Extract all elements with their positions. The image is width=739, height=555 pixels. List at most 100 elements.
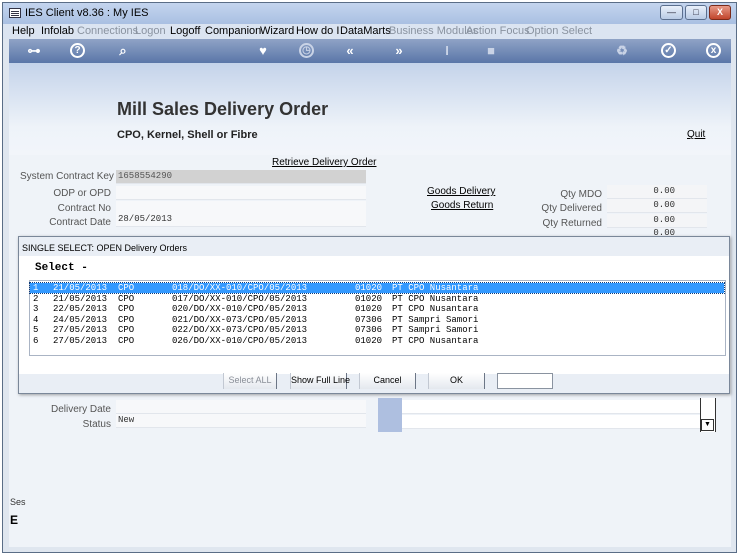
recycle-icon[interactable]: ♻ [614,43,630,59]
right-field-bottom[interactable] [402,415,700,429]
retrieve-delivery-order-link[interactable]: Retrieve Delivery Order [272,157,376,168]
list-item[interactable]: 6 27/05/2013 CPO 026/DO/XX-010/CPO/05/2013 0… [30,336,724,346]
quit-link[interactable]: Quit [687,129,705,140]
toolbar: ⊶ ? ⌕ ♥ ◷ « » I ■ ♻ ✓ x [9,39,731,63]
menu-infolab[interactable]: Infolab [41,25,74,37]
title-bar: IES Client v8.36 : My IES [3,3,736,24]
system-contract-key-field: 1658554290 [116,170,366,184]
ok-button[interactable]: OK [428,373,485,389]
minimize-button[interactable]: — [660,5,683,20]
list-item[interactable]: 2 21/05/2013 CPO 017/DO/XX-010/CPO/05/2013 0… [30,294,724,304]
row-type: CPO [118,283,135,293]
row-type: CPO [118,293,135,304]
menu-help[interactable]: Help [12,25,35,37]
select-label: Select - [35,262,88,274]
side-text: Ses [10,497,26,507]
list-item[interactable]: 4 24/05/2013 CPO 021/DO/XX-073/CPO/05/2013 0… [30,315,724,325]
menu-logoff[interactable]: Logoff [170,25,200,37]
page-title: Mill Sales Delivery Order [117,99,329,119]
row-date: 27/05/2013 [53,325,108,336]
menu-datamarts[interactable]: DataMarts [340,25,391,37]
side-panel-block [378,398,402,432]
odp-field[interactable] [116,186,366,200]
row-number: 3 [33,304,39,315]
row-company: PT CPO Nusantara [392,283,479,293]
right-field-top[interactable] [402,400,700,414]
help-icon[interactable]: ? [70,43,85,58]
maximize-button[interactable]: □ [685,5,707,20]
list-item[interactable]: 1 21/05/2013 CPO 018/DO/XX-010/CPO/05/2013 0… [29,282,725,294]
row-company: PT Sampri Samori [392,325,479,336]
select-all-button[interactable]: Select ALL [223,373,277,389]
row-date: 21/05/2013 [53,283,108,293]
row-reference: 017/DO/XX-010/CPO/05/2013 [172,293,308,304]
row-reference: 021/DO/XX-073/CPO/05/2013 [172,314,308,325]
dialog-input-box[interactable] [497,373,553,389]
contract-no-label: Contract No [57,203,111,214]
row-type: CPO [118,314,135,325]
status-field: New [116,414,366,428]
ok-icon[interactable]: ✓ [661,43,676,58]
row-date: 27/05/2013 [53,336,108,346]
system-contract-key-label: System Contract Key [20,171,114,182]
row-company: PT Sampri Samori [392,314,479,325]
delivery-date-label: Delivery Date [50,404,111,415]
contract-date-field[interactable]: 28/05/2013 [116,213,366,227]
row-reference: 026/DO/XX-010/CPO/05/2013 [172,336,308,346]
menu-wizard[interactable]: Wizard [260,25,294,37]
forward-icon[interactable]: » [391,43,407,59]
menu-bar: Help Infolab Connections Logon Logoff Co… [3,24,736,39]
window-title: IES Client v8.36 : My IES [25,7,149,19]
text-cursor-icon[interactable]: I [439,43,455,59]
menu-connections[interactable]: Connections [77,25,138,37]
menu-how-do-i[interactable]: How do I [296,25,339,37]
page-subtitle: CPO, Kernel, Shell or Fibre [117,129,258,141]
goods-delivery-link[interactable]: Goods Delivery [427,186,495,197]
menu-logon[interactable]: Logon [135,25,166,37]
side-icon[interactable]: E [10,513,18,527]
row-reference: 018/DO/XX-010/CPO/05/2013 [172,283,308,293]
toolbar-close-icon[interactable]: x [706,43,721,58]
row-code: 01020 [355,283,383,293]
row-code: 01020 [355,336,383,346]
stop-icon[interactable]: ■ [483,43,499,59]
list-item[interactable]: 3 22/05/2013 CPO 020/DO/XX-010/CPO/05/2013 0… [30,304,724,314]
row-code: 01020 [355,304,383,315]
menu-companion[interactable]: Companion [205,25,261,37]
cancel-button[interactable]: Cancel [359,373,416,389]
favorite-icon[interactable]: ♥ [255,43,271,59]
menu-business-modules[interactable]: Business Modules [389,25,478,37]
back-icon[interactable]: « [342,43,358,59]
row-reference: 022/DO/XX-073/CPO/05/2013 [172,325,308,336]
close-window-button[interactable]: X [709,5,731,20]
qty-delivered-value: 0.00 [653,200,675,210]
odp-label: ODP or OPD [53,188,111,199]
qty-delivered-label: Qty Delivered [541,203,602,214]
row-number: 1 [33,283,39,293]
row-number: 6 [33,336,39,346]
row-date: 21/05/2013 [53,293,108,304]
row-date: 22/05/2013 [53,304,108,315]
row-number: 4 [33,314,39,325]
dropdown-arrow-icon[interactable]: ▼ [701,419,714,431]
delivery-date-field[interactable] [116,400,366,414]
search-icon[interactable]: ⌕ [115,43,131,59]
dialog-title: SINGLE SELECT: OPEN Delivery Orders [22,243,188,253]
key-icon[interactable]: ⊶ [23,43,45,59]
menu-option-select[interactable]: Option Select [526,25,592,37]
row-type: CPO [118,304,135,315]
row-type: CPO [118,325,135,336]
goods-return-link[interactable]: Goods Return [431,200,493,211]
show-full-line-button[interactable]: Show Full Line [290,373,350,389]
qty-mdo-value: 0.00 [653,186,675,196]
row-number: 2 [33,293,39,304]
row-type: CPO [118,336,135,346]
menu-action-focus[interactable]: Action Focus [466,25,530,37]
row-reference: 020/DO/XX-010/CPO/05/2013 [172,304,308,315]
history-icon[interactable]: ◷ [299,43,314,58]
qty-partial-value: 0.00 [653,228,675,236]
row-code: 07306 [355,325,383,336]
row-company: PT CPO Nusantara [392,293,479,304]
list-item[interactable]: 5 27/05/2013 CPO 022/DO/XX-073/CPO/05/2013 0… [30,325,724,335]
app-icon [9,8,21,18]
